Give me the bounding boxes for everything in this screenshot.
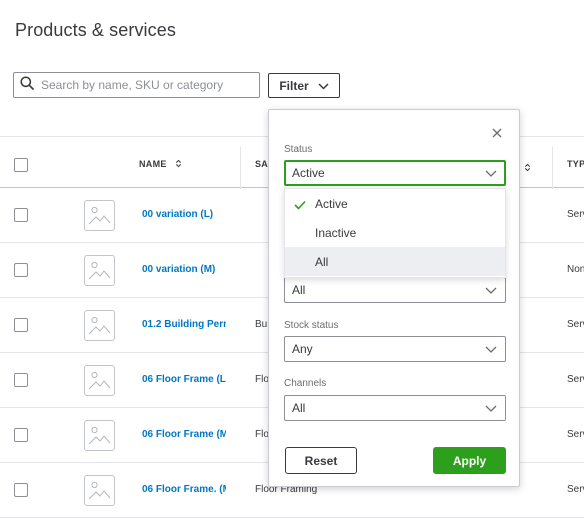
select-all-checkbox[interactable]: [14, 158, 28, 172]
status-select-value: Active: [292, 166, 325, 180]
filter-button[interactable]: Filter: [268, 73, 340, 98]
page-title: Products & services: [15, 20, 176, 40]
product-name-link[interactable]: 06 Floor Frame (M): [142, 429, 226, 440]
status-option-label: All: [315, 254, 329, 269]
sort-icon[interactable]: [524, 159, 531, 177]
search-box[interactable]: [13, 72, 260, 98]
status-label: Status: [284, 144, 313, 155]
column-divider: [240, 147, 241, 189]
status-option-label: Active: [315, 196, 348, 211]
product-name-link[interactable]: 06 Floor Frame. (M): [142, 484, 226, 495]
chevron-down-icon: [485, 283, 497, 297]
type-select-value: All: [292, 283, 306, 297]
checkmark-icon: [294, 199, 306, 210]
image-placeholder-icon[interactable]: [84, 310, 115, 341]
type-cell: Serv: [567, 429, 584, 440]
search-icon: [20, 75, 34, 95]
name-column-header[interactable]: NAME: [139, 159, 182, 169]
status-option-active[interactable]: Active: [285, 189, 505, 218]
product-name-link[interactable]: 06 Floor Frame (L): [142, 374, 226, 385]
apply-button-label: Apply: [452, 453, 487, 468]
row-checkbox[interactable]: [14, 318, 28, 332]
type-cell: Serv: [567, 319, 584, 330]
image-placeholder-icon[interactable]: [84, 255, 115, 286]
reset-button[interactable]: Reset: [285, 447, 357, 474]
type-cell: Serv: [567, 484, 584, 495]
category-cell: Flo: [255, 374, 269, 385]
stock-status-select-value: Any: [292, 342, 313, 356]
row-checkbox[interactable]: [14, 373, 28, 387]
chevron-down-icon: [485, 342, 497, 356]
stock-status-select[interactable]: Any: [284, 336, 506, 362]
row-checkbox[interactable]: [14, 483, 28, 497]
status-option-inactive[interactable]: Inactive: [285, 218, 505, 247]
sort-icon[interactable]: [175, 159, 182, 168]
product-name-link[interactable]: 00 variation (M): [142, 264, 226, 275]
type-cell: Non: [567, 264, 584, 275]
image-placeholder-icon[interactable]: [84, 365, 115, 396]
type-column-header[interactable]: TYP: [567, 159, 584, 169]
stock-status-label: Stock status: [284, 320, 339, 331]
row-checkbox[interactable]: [14, 428, 28, 442]
chevron-down-icon: [485, 401, 497, 415]
channels-select-value: All: [292, 401, 306, 415]
product-name-link[interactable]: 01.2 Building Permit: [142, 319, 226, 330]
category-cell: Flo: [255, 429, 269, 440]
row-checkbox[interactable]: [14, 263, 28, 277]
type-cell: Serv: [567, 374, 584, 385]
status-select[interactable]: Active: [284, 160, 506, 186]
status-option-label: Inactive: [315, 225, 357, 240]
apply-button[interactable]: Apply: [433, 447, 506, 474]
column-divider: [552, 147, 553, 189]
image-placeholder-icon[interactable]: [84, 200, 115, 231]
type-cell: Serv: [567, 209, 584, 220]
reset-button-label: Reset: [304, 453, 338, 468]
chevron-up-icon: [485, 166, 497, 180]
filter-panel: Status Active All Stock status Any Chann…: [268, 109, 520, 487]
type-select[interactable]: All: [284, 277, 506, 303]
status-option-all[interactable]: All: [285, 247, 505, 276]
channels-label: Channels: [284, 378, 327, 389]
close-icon[interactable]: [491, 126, 503, 138]
filter-button-label: Filter: [279, 78, 309, 93]
category-cell: Bu: [255, 319, 268, 330]
chevron-down-icon: [318, 79, 329, 93]
product-name-link[interactable]: 00 variation (L): [142, 209, 226, 220]
row-checkbox[interactable]: [14, 208, 28, 222]
channels-select[interactable]: All: [284, 395, 506, 421]
image-placeholder-icon[interactable]: [84, 420, 115, 451]
image-placeholder-icon[interactable]: [84, 475, 115, 506]
search-input[interactable]: [41, 78, 251, 92]
status-dropdown-menu: Active Inactive All: [284, 188, 506, 278]
